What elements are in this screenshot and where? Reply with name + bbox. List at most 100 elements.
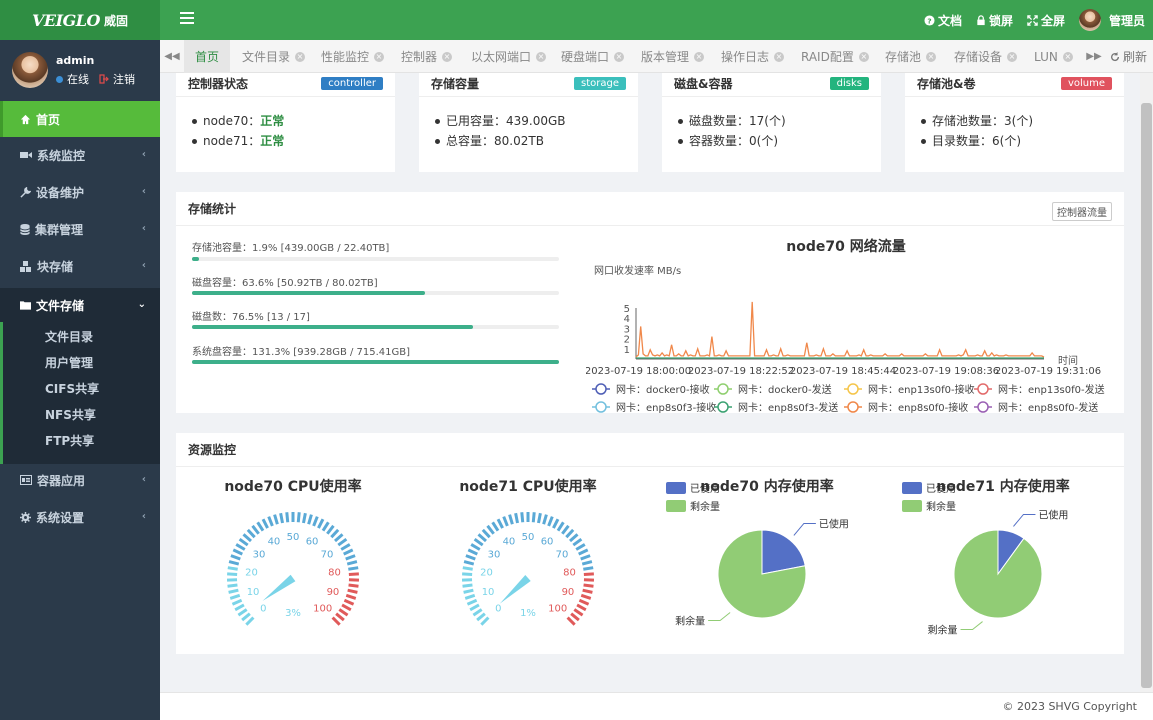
nav-sub-user-management[interactable]: 用户管理 [0,349,160,375]
chevron-left-icon: ‹ [141,511,146,522]
close-icon[interactable]: × [1062,51,1073,62]
gauge-tick [326,524,335,535]
tab-operation-log[interactable]: 操作日志 × [721,40,785,73]
nav-home[interactable]: 首页 [0,101,160,137]
close-icon[interactable]: × [295,51,306,62]
close-icon[interactable]: × [536,51,547,62]
progress-bar [192,325,559,329]
tab-scroll-left-icon[interactable]: ◀◀ [160,40,184,73]
gauge-tick [242,533,252,543]
online-dot-icon [56,75,63,83]
gauge-tick [231,598,243,606]
nav-sub-cifs-share[interactable]: CIFS共享 [0,375,160,401]
close-icon[interactable]: × [774,51,785,62]
gauge-tick [234,603,245,612]
gauge-needle [499,575,531,604]
gauge-tick [537,512,542,524]
lock-screen-button[interactable]: 锁屏 [976,12,1013,29]
x-tick-label: 2023-07-19 18:00:00 [586,366,691,377]
gauge-tick [338,608,349,617]
nav-sub-ftp-share[interactable]: FTP共享 [0,427,160,453]
close-icon[interactable]: × [694,51,705,62]
card-line: 总容量： 80.02TB [435,131,622,151]
nav-file-storage[interactable]: 文件存储 ⌄ [0,288,160,322]
gauge-tick [469,603,480,612]
nav-cluster[interactable]: 集群管理 ‹ [0,212,160,246]
gauge-tick [331,616,341,626]
close-icon[interactable]: × [1007,51,1018,62]
menu-toggle-icon[interactable] [180,12,194,28]
legend-item: 网卡：enp13s0f0-发送 [974,383,1105,396]
gauge-tick [514,512,519,524]
tab-disk-port[interactable]: 硬盘端口 × [561,40,625,73]
refresh-button[interactable]: 刷新 [1110,40,1147,73]
scrollbar-thumb[interactable] [1141,103,1152,688]
tab-storage-device[interactable]: 存储设备 × [954,40,1018,73]
legend-label: 网卡：enp8s0f0-发送 [998,401,1098,414]
gauge-tick [237,608,248,617]
gauge-tick-label: 20 [245,567,258,578]
close-icon[interactable]: × [858,51,869,62]
close-icon[interactable]: × [614,51,625,62]
close-icon[interactable]: × [926,51,937,62]
card-body: node70： 正常 node71： 正常 [176,97,395,165]
volume-badge: volume [1060,77,1112,90]
tab-home[interactable]: 首页 [184,40,230,73]
nav-system-settings[interactable]: 系统设置 ‹ [0,500,160,534]
progress-fill [192,360,559,364]
nav-block-storage[interactable]: 块存储 ‹ [0,249,160,283]
gauge-title: node70 CPU使用率 [224,478,361,495]
gauge-tick [583,583,594,588]
gauge-tick [561,524,570,535]
legend-marker [595,383,607,395]
gauge-tick [279,512,284,524]
gauge-tick-label: 10 [482,587,495,598]
user-menu[interactable]: 管理员 [1078,9,1145,31]
tab-label: 以太网端口 [471,50,532,64]
progress-fill [192,325,473,329]
tab-raid-config[interactable]: RAID配置 × [801,40,869,73]
controller-traffic-button[interactable]: 控制器流量 [1052,202,1112,221]
fullscreen-button[interactable]: 全屏 [1027,12,1065,29]
app-root: VEIGLO 威固 ? 文档 锁屏 全屏 管理员 admin 在线 注销 首页 … [0,0,1153,720]
pie-label: 剩余量 [928,624,958,637]
x-tick-label: 2023-07-19 19:31:06 [995,366,1101,377]
gauge-tick [251,524,260,535]
tab-file-directory[interactable]: 文件目录 × [242,40,306,73]
close-icon[interactable]: × [374,51,385,62]
brand-logo[interactable]: VEIGLO 威固 [0,0,160,40]
tab-version[interactable]: 版本管理 × [641,40,705,73]
card-title: 控制器状态 [188,77,249,91]
tab-label: LUN [1034,49,1058,64]
y-axis-label: 网口收发速率 MB/s [594,264,681,277]
tab-scroll-right-icon[interactable]: ▶▶ [1082,40,1106,73]
card-title: 磁盘&容器 [674,77,733,91]
tab-storage-pool[interactable]: 存储池 × [885,40,937,73]
legend-marker [595,401,607,413]
tab-ethernet-port[interactable]: 以太网端口 × [471,40,547,73]
gauge-tick [337,537,348,547]
gauge-tick [232,548,243,556]
chevron-left-icon: ‹ [141,149,146,160]
tab-controller[interactable]: 控制器 × [401,40,453,73]
nav-sub-file-directory[interactable]: 文件目录 [0,323,160,349]
logout-icon[interactable] [99,74,109,84]
docs-button[interactable]: ? 文档 [924,12,962,29]
legend-label: 剩余量 [926,500,956,513]
scrollbar[interactable] [1140,73,1153,693]
logout-link[interactable]: 注销 [113,71,135,87]
nav-system-monitor[interactable]: 系统监控 ‹ [0,138,160,172]
gauge-tick [565,528,575,539]
nav-container-apps[interactable]: 容器应用 ‹ [0,463,160,497]
close-icon[interactable]: × [442,51,453,62]
gauge-tick-label: 30 [253,549,266,560]
card-body: 存储池数量： 3(个) 目录数量： 6(个) [905,97,1124,165]
legend-label: 网卡：enp13s0f0-发送 [998,383,1105,396]
tab-performance[interactable]: 性能监控 × [321,40,385,73]
gauge-tick [317,518,325,529]
gauge-tick [473,537,484,547]
nav-device-maintenance[interactable]: 设备维护 ‹ [0,175,160,209]
tab-lun[interactable]: LUN × [1034,40,1073,73]
nav-sub-nfs-share[interactable]: NFS共享 [0,401,160,427]
progress-label: 存储池容量：1.9% [439.00GB / 22.40TB] [192,243,390,254]
